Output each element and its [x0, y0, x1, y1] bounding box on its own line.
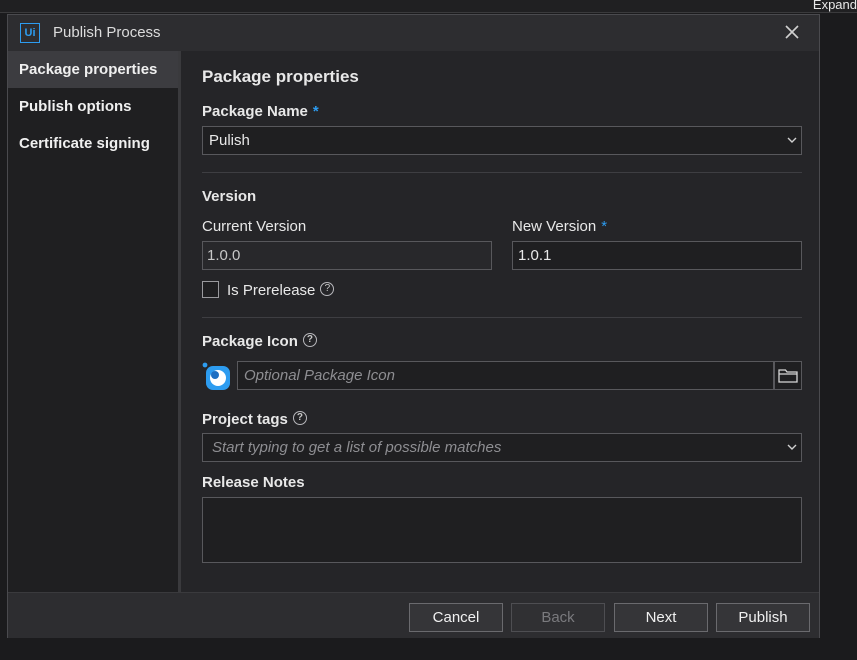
package-icon-label: Package Icon? [202, 333, 317, 350]
divider [202, 317, 802, 318]
close-icon[interactable] [783, 23, 801, 41]
project-tags-combobox[interactable]: Start typing to get a list of possible m… [202, 433, 802, 462]
next-button[interactable]: Next [614, 603, 708, 632]
page-title: Package properties [202, 67, 359, 86]
prerelease-label-text: Is Prerelease [227, 282, 316, 299]
sidebar: Package properties Publish options Certi… [8, 51, 181, 592]
project-tags-label-text: Project tags [202, 411, 288, 428]
project-tags-placeholder: Start typing to get a list of possible m… [212, 439, 502, 456]
package-name-label-text: Package Name [202, 103, 308, 120]
help-icon[interactable]: ? [320, 282, 335, 297]
title-bar: Ui Publish Process [8, 15, 819, 51]
required-marker: * [312, 103, 319, 120]
package-name-label: Package Name * [202, 103, 319, 120]
help-icon[interactable]: ? [292, 411, 307, 426]
main-content: Package properties Package Name * Pulish … [184, 51, 819, 592]
project-tags-label: Project tags? [202, 411, 307, 428]
ui-logo-icon: Ui [20, 23, 40, 43]
browse-folder-button[interactable] [774, 361, 802, 390]
new-version-label-text: New Version [512, 218, 597, 235]
package-icon-placeholder: Optional Package Icon [244, 367, 395, 384]
chevron-down-icon [787, 137, 797, 143]
publish-button[interactable]: Publish [716, 603, 810, 632]
divider [202, 172, 802, 173]
dialog-title: Publish Process [53, 24, 161, 41]
help-icon[interactable]: ? [302, 333, 317, 348]
publish-process-dialog: Ui Publish Process Package properties Pu… [7, 14, 820, 638]
back-button[interactable]: Back [511, 603, 605, 632]
package-name-value: Pulish [209, 132, 250, 149]
package-name-select[interactable]: Pulish [202, 126, 802, 155]
package-icon-label-text: Package Icon [202, 333, 298, 350]
folder-icon [778, 368, 798, 383]
chevron-down-icon [787, 444, 797, 450]
sidebar-item-certificate-signing[interactable]: Certificate signing [8, 125, 178, 162]
new-version-field[interactable]: 1.0.1 [512, 241, 802, 270]
required-marker: * [601, 218, 608, 235]
package-icon [202, 362, 230, 390]
dialog-footer: Cancel Back Next Publish [8, 592, 819, 638]
release-notes-label: Release Notes [202, 474, 305, 491]
prerelease-label: Is Prerelease? [227, 282, 335, 299]
package-icon-input[interactable]: Optional Package Icon [237, 361, 774, 390]
sidebar-item-publish-options[interactable]: Publish options [8, 88, 178, 125]
prerelease-checkbox[interactable] [202, 281, 219, 298]
background-window-strip [0, 0, 857, 13]
background-expand-text[interactable]: Expand [813, 0, 857, 12]
sidebar-item-package-properties[interactable]: Package properties [8, 51, 178, 88]
current-version-label: Current Version [202, 218, 307, 235]
release-notes-textarea[interactable] [202, 497, 802, 563]
cancel-button[interactable]: Cancel [409, 603, 503, 632]
version-heading: Version [202, 188, 257, 205]
new-version-label: New Version * [512, 218, 607, 235]
current-version-field[interactable]: 1.0.0 [202, 241, 492, 270]
